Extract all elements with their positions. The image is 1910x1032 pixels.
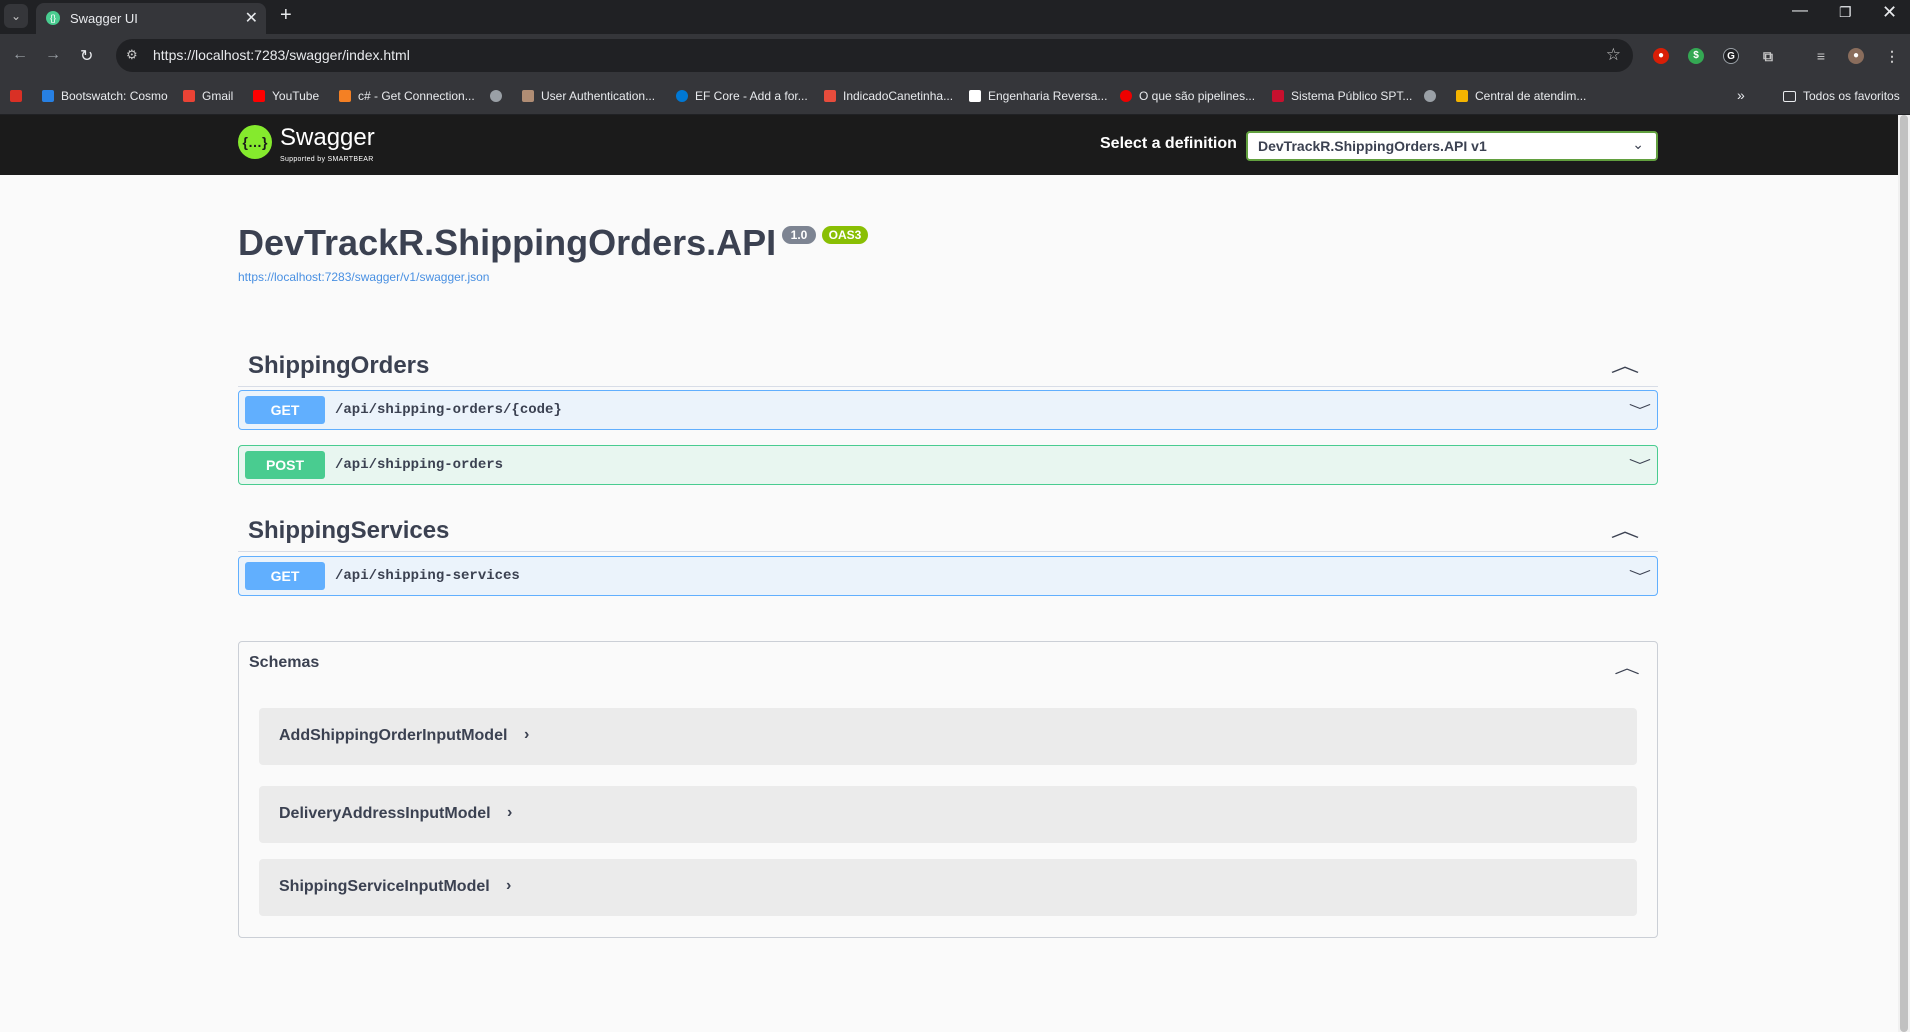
tab-close-icon[interactable]: ✕ (245, 8, 258, 28)
chevron-right-icon[interactable]: › (507, 804, 512, 822)
all-bookmarks-folder[interactable]: Todos os favoritos (1783, 89, 1900, 103)
chevron-right-icon[interactable]: › (506, 877, 511, 895)
extension-g-icon[interactable]: G (1723, 48, 1739, 64)
bookmark-youtube[interactable]: YouTube (253, 89, 319, 103)
profile-avatar[interactable]: ● (1848, 48, 1864, 64)
bookmark-spt[interactable]: Sistema Público SPT... (1272, 89, 1412, 103)
chevron-down-icon[interactable]: ﹀ (1629, 456, 1651, 476)
apps-icon[interactable] (10, 89, 29, 103)
browser-toolbar: ← → ↻ ⚙ https://localhost:7283/swagger/i… (0, 34, 1910, 78)
scrollbar-thumb[interactable] (1900, 115, 1908, 1032)
schema-model[interactable]: AddShippingOrderInputModel › (259, 708, 1637, 765)
tab-title: Swagger UI (70, 11, 138, 26)
bookmark-pipelines[interactable]: O que são pipelines... (1120, 89, 1255, 103)
swagger-logo-icon[interactable]: {…} (238, 125, 272, 159)
section-title: ShippingServices (248, 517, 450, 544)
close-window-icon[interactable]: ✕ (1882, 2, 1897, 23)
restore-icon[interactable]: ❐ (1839, 4, 1852, 21)
operation-path: /api/shipping-orders/{code} (335, 402, 562, 418)
section-shipping-services[interactable]: ShippingServices ︿ (238, 503, 1658, 552)
extension-green-icon[interactable]: $ (1688, 48, 1704, 64)
api-title: DevTrackR.ShippingOrders.API (238, 222, 777, 263)
site-info-icon[interactable]: ⚙ (126, 47, 138, 63)
swagger-favicon-icon: {} (46, 11, 60, 25)
method-badge: POST (245, 451, 325, 479)
section-title: ShippingOrders (248, 352, 430, 379)
bookmark-user-auth[interactable]: User Authentication... (522, 89, 655, 103)
schemas-section: Schemas ︿ AddShippingOrderInputModel › D… (238, 641, 1658, 938)
model-name: AddShippingOrderInputModel (279, 727, 508, 744)
bookmark-stackoverflow[interactable]: c# - Get Connection... (339, 89, 475, 103)
schemas-title[interactable]: Schemas (249, 654, 319, 672)
bookmark-engenharia[interactable]: Engenharia Reversa... (969, 89, 1107, 103)
forward-icon[interactable]: → (45, 46, 61, 64)
bookmark-gmail[interactable]: Gmail (183, 89, 233, 103)
swagger-logo-subtext: Supported by SMARTBEAR (280, 156, 374, 163)
operation-get-shipping-services[interactable]: GET /api/shipping-services ﹀ (238, 556, 1658, 596)
bookmark-indicado[interactable]: IndicadoCanetinha... (824, 89, 953, 103)
back-icon[interactable]: ← (12, 46, 28, 64)
swagger-topbar: {…} Swagger Supported by SMARTBEAR Selec… (0, 115, 1898, 175)
bookmark-bootswatch[interactable]: Bootswatch: Cosmo (42, 89, 168, 103)
model-name: ShippingServiceInputModel (279, 878, 490, 895)
reload-icon[interactable]: ↻ (80, 46, 93, 66)
swagger-logo-text[interactable]: Swagger (280, 124, 375, 152)
operation-get-shipping-order[interactable]: GET /api/shipping-orders/{code} ﹀ (238, 390, 1658, 430)
bookmark-star-icon[interactable]: ☆ (1606, 45, 1621, 65)
bookmark-globe[interactable] (490, 89, 509, 103)
tab-search-icon[interactable]: ⌄ (4, 4, 28, 28)
schema-model[interactable]: ShippingServiceInputModel › (259, 859, 1637, 916)
address-bar[interactable]: ⚙ https://localhost:7283/swagger/index.h… (116, 39, 1633, 72)
menu-dots-icon[interactable]: ⋮ (1884, 48, 1900, 64)
section-shipping-orders[interactable]: ShippingOrders ︿ (238, 338, 1658, 387)
bookmark-ef-core[interactable]: EF Core - Add a for... (676, 89, 808, 103)
method-badge: GET (245, 562, 325, 590)
model-name: DeliveryAddressInputModel (279, 805, 491, 822)
chevron-up-icon[interactable]: ︿ (1611, 517, 1640, 543)
chevron-right-icon[interactable]: › (524, 726, 529, 744)
extension-red-icon[interactable]: ● (1653, 48, 1669, 64)
reading-list-icon[interactable]: ≡ (1813, 48, 1829, 64)
chevron-down-icon[interactable]: ﹀ (1629, 401, 1651, 421)
chevron-up-icon[interactable]: ︿ (1614, 654, 1640, 678)
bookmark-globe-2[interactable] (1424, 89, 1443, 103)
browser-tab-bar: ⌄ {} Swagger UI ✕ + — ❐ ✕ (0, 0, 1910, 34)
oas-badge: OAS3 (822, 226, 868, 244)
definition-select-value: DevTrackR.ShippingOrders.API v1 (1258, 138, 1487, 154)
page-scrollbar[interactable] (1898, 115, 1910, 1032)
method-badge: GET (245, 396, 325, 424)
version-badge: 1.0 (782, 226, 816, 244)
chevron-down-icon[interactable]: ﹀ (1629, 567, 1651, 587)
bookmark-central[interactable]: Central de atendim... (1456, 89, 1586, 103)
chevron-up-icon[interactable]: ︿ (1611, 352, 1640, 378)
spec-url-link[interactable]: https://localhost:7283/swagger/v1/swagge… (238, 270, 489, 284)
more-bookmarks-icon[interactable]: » (1737, 87, 1745, 103)
definition-select[interactable]: DevTrackR.ShippingOrders.API v1 ⌄ (1246, 131, 1658, 161)
url-text[interactable]: https://localhost:7283/swagger/index.htm… (153, 47, 410, 63)
operation-path: /api/shipping-services (335, 568, 520, 584)
schema-model[interactable]: DeliveryAddressInputModel › (259, 786, 1637, 843)
new-tab-icon[interactable]: + (280, 4, 292, 27)
operation-post-shipping-orders[interactable]: POST /api/shipping-orders ﹀ (238, 445, 1658, 485)
definition-label: Select a definition (1100, 135, 1237, 152)
chevron-down-icon: ⌄ (1632, 136, 1644, 152)
bookmarks-bar: Bootswatch: Cosmo Gmail YouTube c# - Get… (0, 78, 1910, 115)
extensions-puzzle-icon[interactable]: ⧉ (1760, 48, 1776, 64)
browser-tab[interactable]: {} Swagger UI ✕ (36, 3, 266, 34)
minimize-icon[interactable]: — (1792, 2, 1808, 20)
operation-path: /api/shipping-orders (335, 457, 504, 473)
